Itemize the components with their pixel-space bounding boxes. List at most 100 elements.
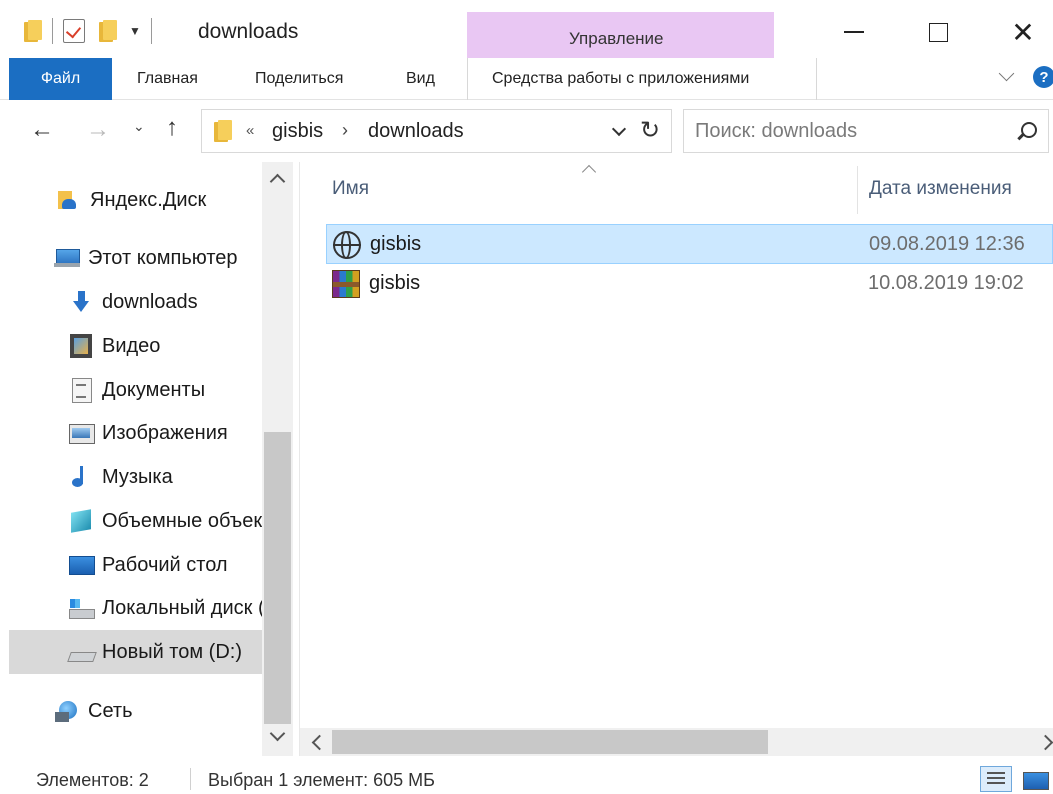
horizontal-scroll-thumb[interactable] [332, 730, 768, 754]
folder-icon [214, 120, 232, 142]
nav-item-label: downloads [102, 290, 198, 313]
search-icon[interactable] [1016, 122, 1037, 142]
volume-icon [68, 639, 94, 665]
customize-toolbar-dropdown[interactable]: ▼ [129, 24, 141, 38]
up-arrow-icon[interactable]: ↑ [166, 114, 178, 142]
nav-item-music[interactable]: Музыка [0, 455, 262, 499]
minimize-button[interactable] [834, 14, 874, 50]
sort-ascending-icon [582, 162, 596, 176]
file-name: gisbis [370, 233, 422, 255]
address-bar[interactable]: « gisbis › downloads ↻ [201, 109, 672, 153]
nav-item-3d-objects[interactable]: Объемные объекты [0, 499, 262, 543]
selection-info: Выбран 1 элемент: 605 МБ [208, 770, 435, 790]
maximize-button[interactable] [918, 14, 958, 50]
breadcrumb-gisbis[interactable]: gisbis [272, 120, 323, 143]
tab-share[interactable]: Поделиться [255, 70, 343, 88]
tab-application-tools[interactable]: Средства работы с приложениями [467, 58, 817, 100]
nav-item-label: Яндекс.Диск [90, 188, 207, 211]
nav-item-label: Изображения [102, 421, 228, 444]
horizontal-scrollbar[interactable] [300, 728, 1053, 756]
nav-item-local-disk[interactable]: Локальный диск (C:) [0, 586, 262, 630]
3d-objects-icon [68, 508, 94, 534]
expand-ribbon-chevron-icon[interactable] [999, 68, 1015, 84]
nav-item-video[interactable]: Видео [0, 324, 262, 368]
help-icon[interactable]: ? [1033, 66, 1053, 88]
search-placeholder: Поиск: downloads [695, 120, 858, 142]
file-row[interactable]: gisbis 09.08.2019 12:36 [326, 224, 1053, 264]
column-header-date-modified[interactable]: Дата изменения [869, 178, 1012, 200]
new-folder-icon[interactable] [99, 20, 117, 42]
back-arrow-icon[interactable]: ← [30, 116, 54, 144]
nav-item-label: Рабочий стол [102, 553, 228, 576]
folder-icon[interactable] [24, 20, 42, 42]
details-view-icon[interactable] [980, 766, 1012, 792]
globe-icon [333, 231, 361, 259]
nav-item-label: Объемные объекты [102, 509, 262, 532]
address-dropdown-icon[interactable] [612, 124, 626, 138]
tab-file[interactable]: Файл [9, 58, 112, 100]
address-row: ← → ⌄ ↑ « gisbis › downloads ↻ Поиск: do… [0, 100, 1053, 162]
toolbar-separator [150, 18, 152, 44]
tab-view[interactable]: Вид [406, 70, 435, 88]
local-disk-icon [68, 595, 95, 621]
breadcrumb-downloads[interactable]: downloads [368, 120, 464, 143]
nav-item-documents[interactable]: Документы [0, 368, 262, 412]
nav-item-network[interactable]: Сеть [0, 689, 262, 733]
nav-item-label: Новый том (D:) [102, 640, 242, 663]
scroll-up-icon[interactable] [271, 172, 283, 184]
tab-manage[interactable]: Управление [467, 12, 774, 59]
title-bar: ▼ downloads Управление ✕ [0, 0, 1053, 59]
forward-arrow-icon[interactable]: → [86, 116, 110, 144]
nav-item-this-pc[interactable]: Этот компьютер [0, 236, 262, 280]
music-icon [68, 464, 94, 490]
computer-icon [54, 245, 80, 271]
nav-pane-scrollbar[interactable] [262, 162, 293, 756]
documents-icon [68, 377, 94, 403]
status-bar: Элементов: 2 Выбран 1 элемент: 605 МБ [0, 756, 1053, 794]
status-separator [190, 768, 191, 790]
item-count: Элементов: 2 [36, 770, 149, 790]
large-icons-view-icon[interactable] [1021, 768, 1049, 790]
nav-item-pictures[interactable]: Изображения [0, 411, 262, 455]
navigation-pane: Яндекс.Диск Этот компьютер downloads Вид… [0, 162, 300, 756]
column-header-name[interactable]: Имя [332, 178, 369, 200]
breadcrumb-separator-icon[interactable]: › [342, 120, 348, 141]
tab-application-tools-label: Средства работы с приложениями [492, 70, 750, 87]
tab-home[interactable]: Главная [137, 70, 198, 88]
nav-item-label: Музыка [102, 465, 173, 488]
network-icon [54, 698, 80, 724]
nav-item-label: Документы [102, 378, 206, 401]
desktop-icon [68, 552, 95, 578]
search-input[interactable]: Поиск: downloads [683, 109, 1049, 153]
nav-item-label: Локальный диск (C:) [102, 596, 262, 619]
tab-manage-label: Управление [569, 29, 664, 48]
file-name: gisbis [369, 272, 421, 294]
toolbar-separator [52, 18, 53, 44]
properties-check-icon[interactable] [63, 19, 85, 43]
download-arrow-icon [68, 289, 94, 315]
file-date: 10.08.2019 19:02 [868, 272, 1024, 294]
window-title: downloads [198, 20, 299, 43]
refresh-icon[interactable]: ↻ [640, 116, 660, 145]
scroll-right-icon[interactable] [1040, 736, 1052, 748]
winrar-archive-icon [332, 270, 360, 298]
pictures-icon [68, 420, 95, 446]
scroll-down-icon[interactable] [271, 730, 283, 742]
nav-item-new-volume[interactable]: Новый том (D:) [9, 630, 262, 674]
nav-item-desktop[interactable]: Рабочий стол [0, 543, 262, 587]
recent-locations-chevron-icon[interactable]: ⌄ [133, 118, 145, 135]
nav-item-label: Этот компьютер [88, 246, 238, 269]
video-icon [68, 333, 94, 359]
nav-item-label: Видео [102, 334, 161, 357]
column-divider[interactable] [857, 166, 858, 214]
breadcrumb-overflow[interactable]: « [246, 122, 254, 139]
yandex-disk-icon [56, 187, 82, 213]
close-button[interactable]: ✕ [1003, 14, 1043, 50]
nav-item-yandex-disk[interactable]: Яндекс.Диск [0, 178, 262, 222]
nav-item-downloads[interactable]: downloads [0, 280, 262, 324]
nav-pane-scroll-thumb[interactable] [264, 432, 291, 724]
nav-item-label: Сеть [88, 699, 133, 722]
file-date: 09.08.2019 12:36 [869, 233, 1025, 255]
file-row[interactable]: gisbis 10.08.2019 19:02 [326, 264, 1053, 304]
scroll-left-icon[interactable] [310, 736, 322, 748]
